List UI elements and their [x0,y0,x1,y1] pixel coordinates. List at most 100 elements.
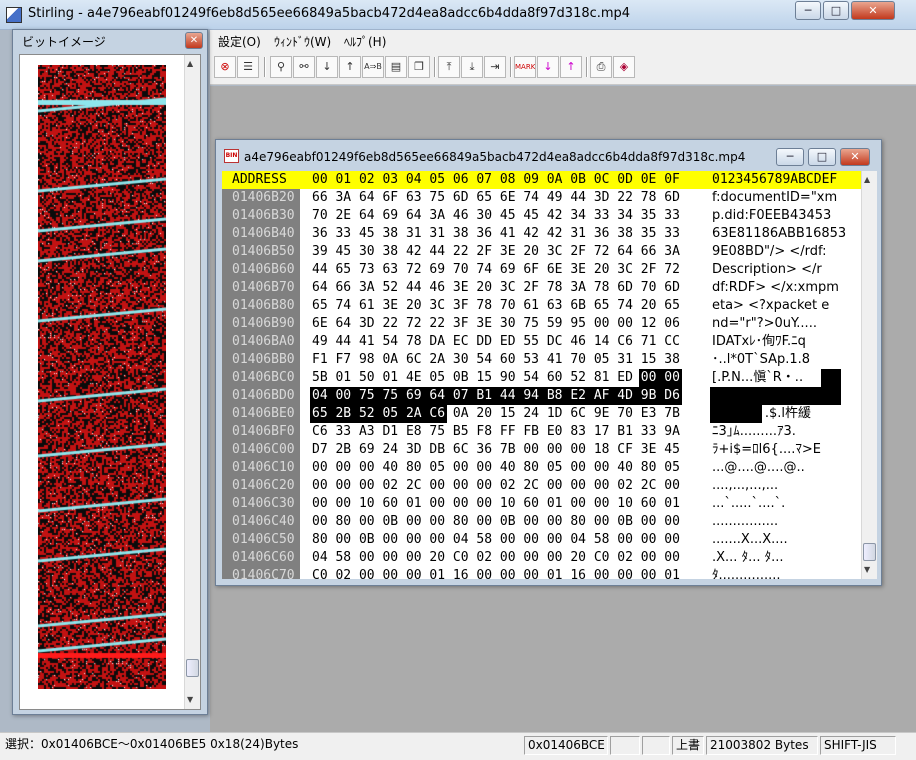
jump-end-icon[interactable]: ⇥ [484,56,506,78]
row-ascii[interactable]: eta> <?xpacket e [712,297,829,315]
row-hex-bytes[interactable]: D7 2B 69 24 3D DB 6C 36 7B 00 00 00 18 C… [312,441,680,459]
row-ascii[interactable]: ﾀ............... [712,567,781,579]
print-icon[interactable]: ⎙ [590,56,612,78]
hex-row[interactable]: 01406B90 6E 64 3D 22 72 22 3F 3E 30 75 59… [222,315,861,333]
hex-view[interactable]: ADDRESS 00 01 02 03 04 05 06 07 08 09 0A… [222,171,861,579]
row-ascii[interactable]: e+R.*ﾆ. .$.l杵緩 [712,405,811,423]
row-hex-bytes[interactable]: 00 00 00 02 2C 00 00 00 02 2C 00 00 00 0… [312,477,680,495]
hex-row[interactable]: 01406C50 80 00 0B 00 00 00 04 58 00 00 00… [222,531,861,549]
row-hex-bytes[interactable]: 44 65 73 63 72 69 70 74 69 6F 6E 3E 20 3… [312,261,680,279]
row-ascii[interactable]: df:RDF> </x:xmpm [712,279,839,297]
find-icon[interactable]: ⚲ [270,56,292,78]
compare-icon[interactable]: A⇒B [362,56,384,78]
hex-row[interactable]: 01406B50 39 45 30 38 42 44 22 2F 3E 20 3C… [222,243,861,261]
row-hex-bytes[interactable]: 6E 64 3D 22 72 22 3F 3E 30 75 59 95 00 0… [312,315,680,333]
menu-help[interactable]: ﾍﾙﾌﾟ(H) [344,33,386,50]
hex-row[interactable]: 01406BE0 65 2B 52 05 2A C6 0A 20 15 24 1D… [222,405,861,423]
menu-settings[interactable]: 設定(O) [218,33,261,50]
scroll-thumb[interactable] [863,543,876,561]
hex-close-button[interactable]: ✕ [840,148,870,166]
mark-prev-icon[interactable]: ↑ [560,56,582,78]
delete-icon[interactable]: ⊗ [214,56,236,78]
bit-panel-close-button[interactable]: ✕ [185,32,203,49]
hex-row[interactable]: 01406B60 44 65 73 63 72 69 70 74 69 6F 6E… [222,261,861,279]
hex-row[interactable]: 01406B40 36 33 45 38 31 31 38 36 41 42 42… [222,225,861,243]
row-ascii[interactable]: nd="r"?>0uY..... [712,315,817,333]
row-hex-bytes[interactable]: 66 3A 64 6F 63 75 6D 65 6E 74 49 44 3D 2… [312,189,680,207]
row-ascii[interactable]: ﾆ3｣ﾑ.........ｱ3. [712,423,796,441]
find-replace-icon[interactable]: ⚯ [293,56,315,78]
row-ascii[interactable]: ..uuid.ｱD枸竡M嶝 [712,387,819,405]
scroll-up-arrow-icon[interactable]: ▲ [864,175,870,184]
row-ascii[interactable]: 63E81186ABB16853 [712,225,846,243]
row-ascii[interactable]: ...@....@....@.. [712,459,805,477]
scroll-down-arrow-icon[interactable]: ▼ [187,695,193,704]
row-hex-bytes[interactable]: C6 33 A3 D1 E8 75 B5 F8 FF FB E0 83 17 B… [312,423,680,441]
jump-down-icon[interactable]: ⤓ [461,56,483,78]
row-ascii[interactable]: f:documentID="xm [712,189,837,207]
row-hex-bytes[interactable]: 36 33 45 38 31 31 38 36 41 42 42 31 36 3… [312,225,680,243]
jump-top-icon[interactable]: ⤒ [438,56,460,78]
row-ascii[interactable]: Description> </r [712,261,822,279]
hex-minimize-button[interactable]: ─ [776,148,804,166]
row-ascii[interactable]: ･..l*0T`SAp.1.8 [712,351,810,369]
hex-row[interactable]: 01406C60 04 58 00 00 00 20 C0 02 00 00 00… [222,549,861,567]
help-book-icon[interactable]: ◈ [613,56,635,78]
row-ascii[interactable]: .......X...X.... [712,531,788,549]
copy-file-icon[interactable]: ❐ [408,56,430,78]
hex-row[interactable]: 01406BB0 F1 F7 98 0A 6C 2A 30 54 60 53 41… [222,351,861,369]
hex-row[interactable]: 01406BF0 C6 33 A3 D1 E8 75 B5 F8 FF FB E0… [222,423,861,441]
row-hex-bytes[interactable]: 64 66 3A 52 44 46 3E 20 3C 2F 78 3A 78 6… [312,279,680,297]
hex-row[interactable]: 01406BD0 04 00 75 75 69 64 07 B1 44 94 B8… [222,387,861,405]
row-hex-bytes[interactable]: 00 00 00 40 80 05 00 00 40 80 05 00 00 4… [312,459,680,477]
bit-image-view[interactable]: ▲ ▼ [19,54,201,710]
row-hex-bytes[interactable]: 65 74 61 3E 20 3C 3F 78 70 61 63 6B 65 7… [312,297,680,315]
maximize-button[interactable]: □ [823,1,849,20]
row-hex-bytes[interactable]: 65 2B 52 05 2A C6 0A 20 15 24 1D 6C 9E 7… [312,405,680,423]
hex-row[interactable]: 01406B20 66 3A 64 6F 63 75 6D 65 6E 74 49… [222,189,861,207]
row-hex-bytes[interactable]: F1 F7 98 0A 6C 2A 30 54 60 53 41 70 05 3… [312,351,680,369]
row-ascii[interactable]: ................ [712,513,778,531]
hex-row[interactable]: 01406C70 C0 02 00 00 00 01 16 00 00 00 01… [222,567,861,579]
hex-row[interactable]: 01406B70 64 66 3A 52 44 46 3E 20 3C 2F 78… [222,279,861,297]
hex-row[interactable]: 01406BC0 5B 01 50 01 4E 05 0B 15 90 54 60… [222,369,861,387]
mark-next-icon[interactable]: ↓ [537,56,559,78]
row-hex-bytes[interactable]: 5B 01 50 01 4E 05 0B 15 90 54 60 52 81 E… [312,369,680,387]
find-prev-icon[interactable]: ↑ [339,56,361,78]
hex-row[interactable]: 01406BA0 49 44 41 54 78 DA EC DD ED 55 DC… [222,333,861,351]
row-hex-bytes[interactable]: C0 02 00 00 00 01 16 00 00 00 01 16 00 0… [312,567,680,579]
scroll-thumb[interactable] [186,659,199,677]
hex-row[interactable]: 01406B80 65 74 61 3E 20 3C 3F 78 70 61 63… [222,297,861,315]
hex-row[interactable]: 01406B30 70 2E 64 69 64 3A 46 30 45 45 42… [222,207,861,225]
row-ascii[interactable]: p.did:F0EEB43453 [712,207,831,225]
row-hex-bytes[interactable]: 80 00 0B 00 00 00 04 58 00 00 00 04 58 0… [312,531,680,549]
row-ascii[interactable]: [.P.N...愼`R・.. [712,369,803,387]
hex-row[interactable]: 01406C40 00 80 00 0B 00 00 80 00 0B 00 00… [222,513,861,531]
book-icon[interactable]: ▤ [385,56,407,78]
bit-image-scrollbar[interactable]: ▲ ▼ [184,55,200,709]
mark-icon[interactable]: MARK [514,56,536,78]
list-icon[interactable]: ☰ [237,56,259,78]
row-ascii[interactable]: ...`.....`....`. [712,495,785,513]
hex-maximize-button[interactable]: □ [808,148,836,166]
row-hex-bytes[interactable]: 04 58 00 00 00 20 C0 02 00 00 00 20 C0 0… [312,549,680,567]
find-next-icon[interactable]: ↓ [316,56,338,78]
row-ascii[interactable]: ﾗ+i$=ﾛl6{....ﾏ>E [712,441,821,459]
row-hex-bytes[interactable]: 00 80 00 0B 00 00 80 00 0B 00 00 80 00 0… [312,513,680,531]
row-ascii[interactable]: .X... ﾀ... ﾀ... [712,549,784,567]
row-hex-bytes[interactable]: 00 00 10 60 01 00 00 00 10 60 01 00 00 1… [312,495,680,513]
hex-scrollbar[interactable]: ▲ ▼ [861,171,877,579]
scroll-up-arrow-icon[interactable]: ▲ [187,59,193,68]
row-ascii[interactable]: IDATxﾚ･侚ﾜF.ﾆq [712,333,806,351]
row-ascii[interactable]: ....,...,...,... [712,477,778,495]
row-hex-bytes[interactable]: 49 44 41 54 78 DA EC DD ED 55 DC 46 14 C… [312,333,680,351]
hex-row[interactable]: 01406C20 00 00 00 02 2C 00 00 00 02 2C 00… [222,477,861,495]
close-button[interactable]: ✕ [851,1,895,20]
minimize-button[interactable]: ─ [795,1,821,20]
scroll-down-arrow-icon[interactable]: ▼ [864,565,870,574]
hex-row[interactable]: 01406C30 00 00 10 60 01 00 00 00 10 60 01… [222,495,861,513]
row-ascii[interactable]: 9E08BD"/> </rdf: [712,243,826,261]
row-hex-bytes[interactable]: 70 2E 64 69 64 3A 46 30 45 45 42 34 33 3… [312,207,680,225]
menu-window[interactable]: ｳｨﾝﾄﾞｳ(W) [274,33,331,50]
hex-row[interactable]: 01406C10 00 00 00 40 80 05 00 00 40 80 05… [222,459,861,477]
